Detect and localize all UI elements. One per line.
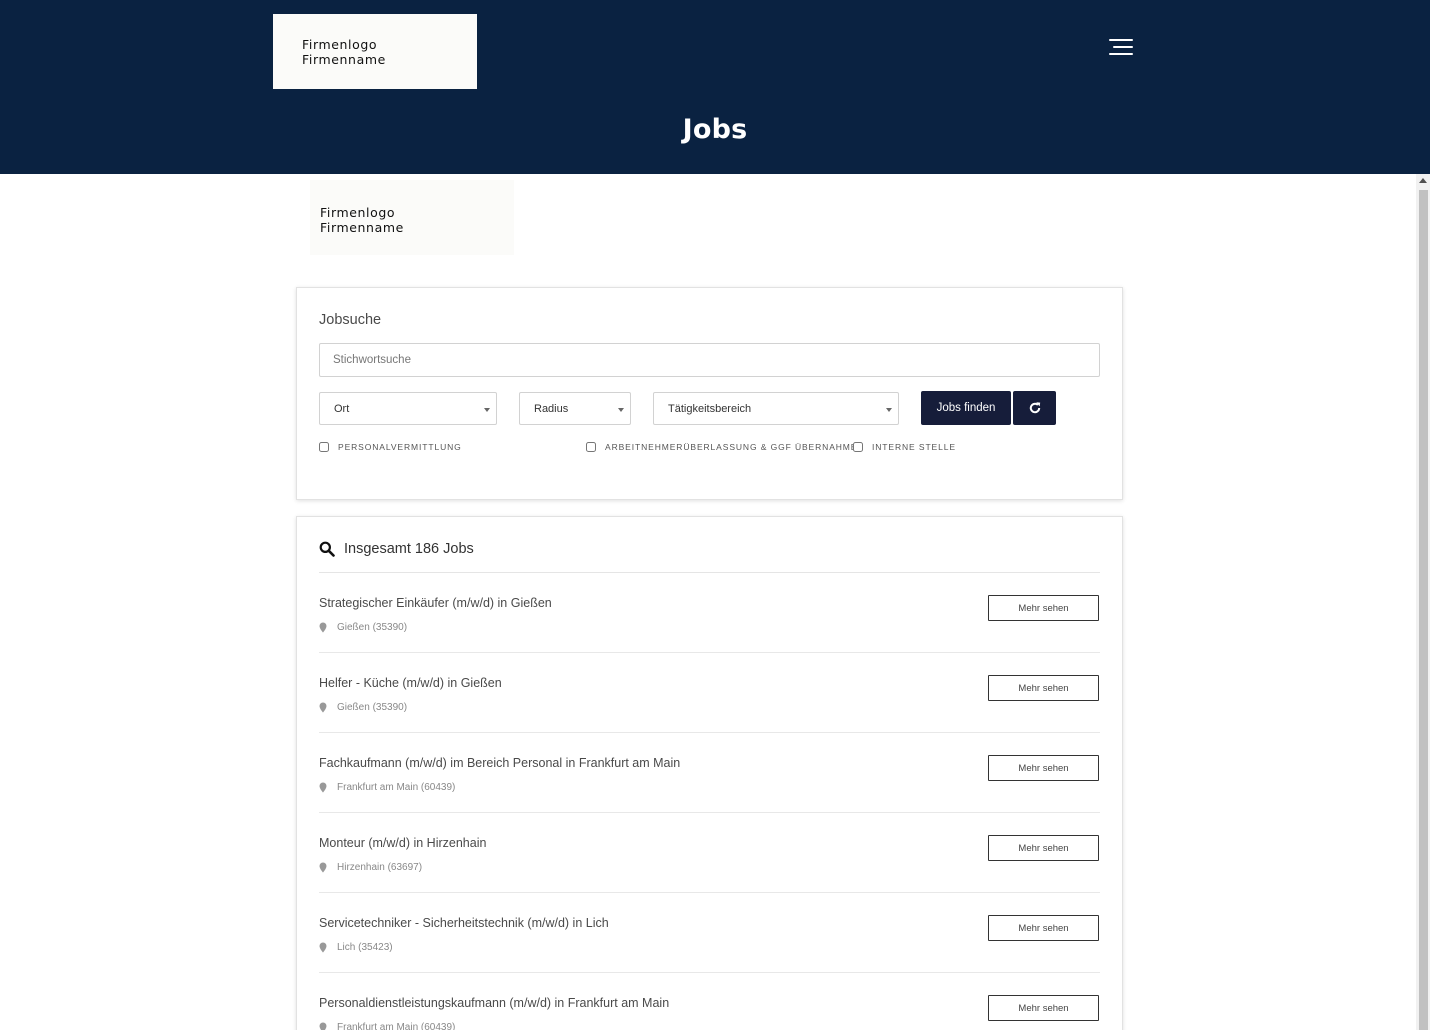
search-icon xyxy=(319,541,335,557)
location-select-label: Ort xyxy=(334,403,350,415)
job-location-text: Gießen (35390) xyxy=(337,622,408,633)
filter-arbeitnehmerueberlassung[interactable]: ARBEITNEHMERÜBERLASSUNG & GGF ÜBERNAHME xyxy=(586,442,857,452)
scrollbar-thumb[interactable] xyxy=(1419,190,1428,1030)
more-details-button[interactable]: Mehr sehen xyxy=(988,995,1099,1021)
job-results-panel: Insgesamt 186 Jobs Strategischer Einkäuf… xyxy=(296,516,1123,1030)
company-logo-line2: Firmenname xyxy=(320,220,404,235)
filter-arbeitnehmerueberlassung-checkbox[interactable] xyxy=(586,442,596,452)
job-location: Hirzenhain (63697) xyxy=(319,862,422,873)
job-list-item: Monteur (m/w/d) in Hirzenhain Hirzenhain… xyxy=(319,813,1100,893)
job-location-text: Hirzenhain (63697) xyxy=(337,862,423,873)
job-search-panel: Jobsuche Ort Radius Tätigkeitsbereich Jo… xyxy=(296,287,1123,500)
job-title-link[interactable]: Personaldienstleistungskaufmann (m/w/d) … xyxy=(319,996,669,1010)
more-details-button[interactable]: Mehr sehen xyxy=(988,755,1099,781)
job-location-text: Gießen (35390) xyxy=(337,702,408,713)
refresh-icon xyxy=(1029,402,1040,414)
job-title-link[interactable]: Monteur (m/w/d) in Hirzenhain xyxy=(319,836,486,850)
job-location-text: Frankfurt am Main (60439) xyxy=(337,782,456,793)
results-count: Insgesamt 186 Jobs xyxy=(344,541,474,557)
filter-arbeitnehmerueberlassung-label: ARBEITNEHMERÜBERLASSUNG & GGF ÜBERNAHME xyxy=(605,442,858,452)
scroll-up-arrow-icon[interactable] xyxy=(1419,178,1427,183)
job-location: Frankfurt am Main (60439) xyxy=(319,782,455,793)
hamburger-menu-icon[interactable] xyxy=(1109,38,1133,56)
filter-interne-stelle-checkbox[interactable] xyxy=(853,442,863,452)
job-search-title: Jobsuche xyxy=(319,312,382,328)
job-title-link[interactable]: Servicetechniker - Sicherheitstechnik (m… xyxy=(319,916,609,930)
map-pin-icon xyxy=(319,942,327,953)
radius-select[interactable]: Radius xyxy=(519,392,631,425)
radius-select-label: Radius xyxy=(534,403,569,415)
page-title: Jobs xyxy=(682,114,748,145)
find-jobs-button[interactable]: Jobs finden xyxy=(921,391,1011,425)
job-location: Gießen (35390) xyxy=(319,622,407,633)
caret-down-icon xyxy=(618,408,624,412)
job-location: Gießen (35390) xyxy=(319,702,407,713)
job-title-link[interactable]: Strategischer Einkäufer (m/w/d) in Gieße… xyxy=(319,596,552,610)
job-title-link[interactable]: Helfer - Küche (m/w/d) in Gießen xyxy=(319,676,502,690)
more-details-button[interactable]: Mehr sehen xyxy=(988,675,1099,701)
company-logo-line1: Firmenlogo xyxy=(320,205,396,220)
job-location: Frankfurt am Main (60439) xyxy=(319,1022,455,1030)
map-pin-icon xyxy=(319,782,327,793)
category-select-label: Tätigkeitsbereich xyxy=(668,403,752,415)
filter-personalvermittlung[interactable]: PERSONALVERMITTLUNG xyxy=(319,442,462,452)
job-list-item: Helfer - Küche (m/w/d) in Gießen Gießen … xyxy=(319,653,1100,733)
filter-interne-stelle-label: INTERNE STELLE xyxy=(872,442,956,452)
more-details-button[interactable]: Mehr sehen xyxy=(988,835,1099,861)
reset-search-button[interactable] xyxy=(1013,391,1056,425)
keyword-search-input[interactable] xyxy=(319,343,1100,377)
job-location-text: Lich (35423) xyxy=(337,942,393,953)
caret-down-icon xyxy=(886,408,892,412)
job-list-item: Servicetechniker - Sicherheitstechnik (m… xyxy=(319,893,1100,973)
job-list-item: Fachkaufmann (m/w/d) im Bereich Personal… xyxy=(319,733,1100,813)
header-company-logo[interactable]: Firmenlogo Firmenname xyxy=(273,14,477,89)
location-select[interactable]: Ort xyxy=(319,392,497,425)
company-logo: Firmenlogo Firmenname xyxy=(310,180,514,255)
site-header: Firmenlogo Firmenname Jobs xyxy=(0,0,1430,174)
job-list-item: Personaldienstleistungskaufmann (m/w/d) … xyxy=(319,973,1100,1030)
job-list-item: Strategischer Einkäufer (m/w/d) in Gieße… xyxy=(319,573,1100,653)
job-location-text: Frankfurt am Main (60439) xyxy=(337,1022,456,1030)
results-header: Insgesamt 186 Jobs xyxy=(319,539,1100,573)
filter-personalvermittlung-label: PERSONALVERMITTLUNG xyxy=(338,442,462,452)
map-pin-icon xyxy=(319,702,327,713)
caret-down-icon xyxy=(484,408,490,412)
filter-personalvermittlung-checkbox[interactable] xyxy=(319,442,329,452)
logo-text-line2: Firmenname xyxy=(302,52,386,67)
logo-text-line1: Firmenlogo xyxy=(302,37,378,52)
map-pin-icon xyxy=(319,622,327,633)
page-scrollbar[interactable] xyxy=(1416,174,1430,1030)
filter-interne-stelle[interactable]: INTERNE STELLE xyxy=(853,442,956,452)
map-pin-icon xyxy=(319,1022,327,1030)
more-details-button[interactable]: Mehr sehen xyxy=(988,595,1099,621)
map-pin-icon xyxy=(319,862,327,873)
job-title-link[interactable]: Fachkaufmann (m/w/d) im Bereich Personal… xyxy=(319,756,680,770)
category-select[interactable]: Tätigkeitsbereich xyxy=(653,392,899,425)
more-details-button[interactable]: Mehr sehen xyxy=(988,915,1099,941)
job-location: Lich (35423) xyxy=(319,942,393,953)
